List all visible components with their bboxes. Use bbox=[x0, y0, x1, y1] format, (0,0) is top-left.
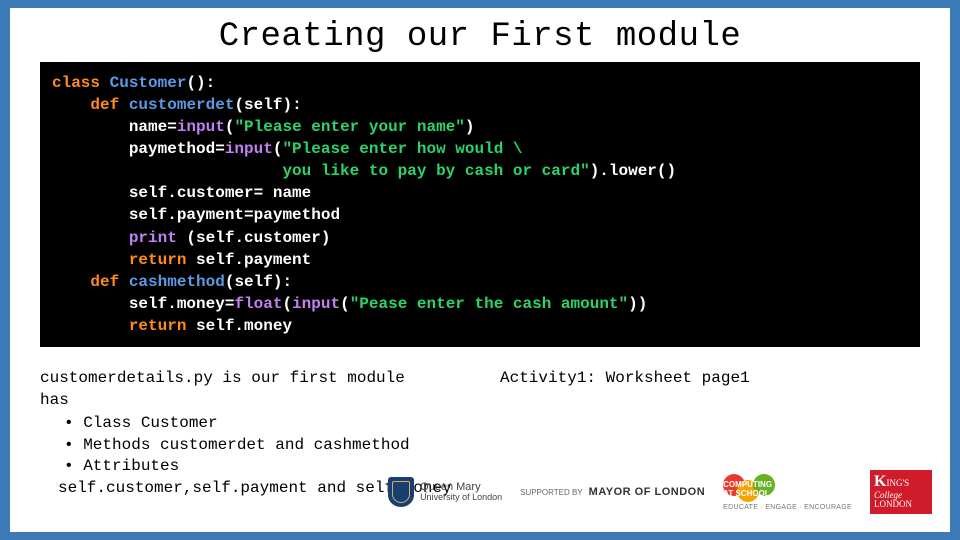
t: ( bbox=[282, 295, 292, 313]
kw: return bbox=[129, 317, 187, 335]
t: ( bbox=[273, 140, 283, 158]
t: (self): bbox=[234, 96, 301, 114]
bi: print bbox=[129, 229, 177, 247]
t: paymethod= bbox=[129, 140, 225, 158]
cas-mark-icon: COMPUTING AT SCHOOL bbox=[723, 474, 781, 504]
t: ( bbox=[340, 295, 350, 313]
t: (self.customer) bbox=[177, 229, 331, 247]
str: "Please enter how would \ bbox=[282, 140, 522, 158]
t: ( bbox=[225, 118, 235, 136]
logo-text: Queen Mary University of London bbox=[420, 482, 502, 503]
t: University of London bbox=[420, 493, 502, 502]
t: COMPUTING AT SCHOOL bbox=[723, 480, 781, 498]
t: self.payment=paymethod bbox=[129, 206, 340, 224]
slide-title: Creating our First module bbox=[10, 8, 950, 62]
t: LONDON bbox=[874, 499, 912, 509]
kw-class: class bbox=[52, 74, 100, 92]
list-item: Methods customerdet and cashmethod bbox=[64, 435, 490, 457]
t: self.money= bbox=[129, 295, 235, 313]
t: self.money bbox=[186, 317, 292, 335]
logo-queen-mary: Queen Mary University of London bbox=[388, 477, 502, 507]
list-item: Class Customer bbox=[64, 413, 490, 435]
bi: input bbox=[292, 295, 340, 313]
t: (): bbox=[186, 74, 215, 92]
crest-icon bbox=[388, 477, 414, 507]
desc-line2: has bbox=[40, 390, 490, 412]
module-filename: customerdetails.py bbox=[40, 369, 213, 387]
t: EDUCATE · ENGAGE · ENCOURAGE bbox=[723, 504, 852, 511]
fn-name: customerdet bbox=[129, 96, 235, 114]
str: "Pease enter the cash amount" bbox=[350, 295, 628, 313]
bi: float bbox=[234, 295, 282, 313]
desc-list: Class Customer Methods customerdet and c… bbox=[40, 413, 490, 478]
str: you like to pay by cash or card" bbox=[282, 162, 589, 180]
bi: input bbox=[177, 118, 225, 136]
t: )) bbox=[628, 295, 647, 313]
bi: input bbox=[225, 140, 273, 158]
logo-computing-at-school: COMPUTING AT SCHOOL EDUCATE · ENGAGE · E… bbox=[723, 474, 852, 511]
class-name: Customer bbox=[110, 74, 187, 92]
t: ) bbox=[465, 118, 475, 136]
t: is our first module bbox=[213, 369, 405, 387]
kw: return bbox=[129, 251, 187, 269]
t: (self): bbox=[225, 273, 292, 291]
code-block: class Customer(): def customerdet(self):… bbox=[40, 62, 920, 347]
fn-name: cashmethod bbox=[129, 273, 225, 291]
desc-line1: customerdetails.py is our first module bbox=[40, 368, 490, 390]
logo-mayor-of-london: SUPPORTED BY MAYOR OF LONDON bbox=[520, 486, 705, 498]
t: ).lower() bbox=[590, 162, 676, 180]
t: ING'S bbox=[886, 478, 909, 488]
t: name= bbox=[129, 118, 177, 136]
t: SUPPORTED BY bbox=[520, 488, 583, 497]
t: MAYOR OF LONDON bbox=[589, 486, 706, 498]
slide: Creating our First module class Customer… bbox=[0, 0, 960, 540]
logo-kings-college: KING'S College LONDON bbox=[870, 470, 932, 514]
str: "Please enter your name" bbox=[234, 118, 464, 136]
t: self.payment bbox=[186, 251, 311, 269]
logo-row: Queen Mary University of London SUPPORTE… bbox=[388, 470, 932, 514]
t: self.customer= name bbox=[129, 184, 311, 202]
kw-def: def bbox=[90, 273, 119, 291]
kw-def: def bbox=[90, 96, 119, 114]
